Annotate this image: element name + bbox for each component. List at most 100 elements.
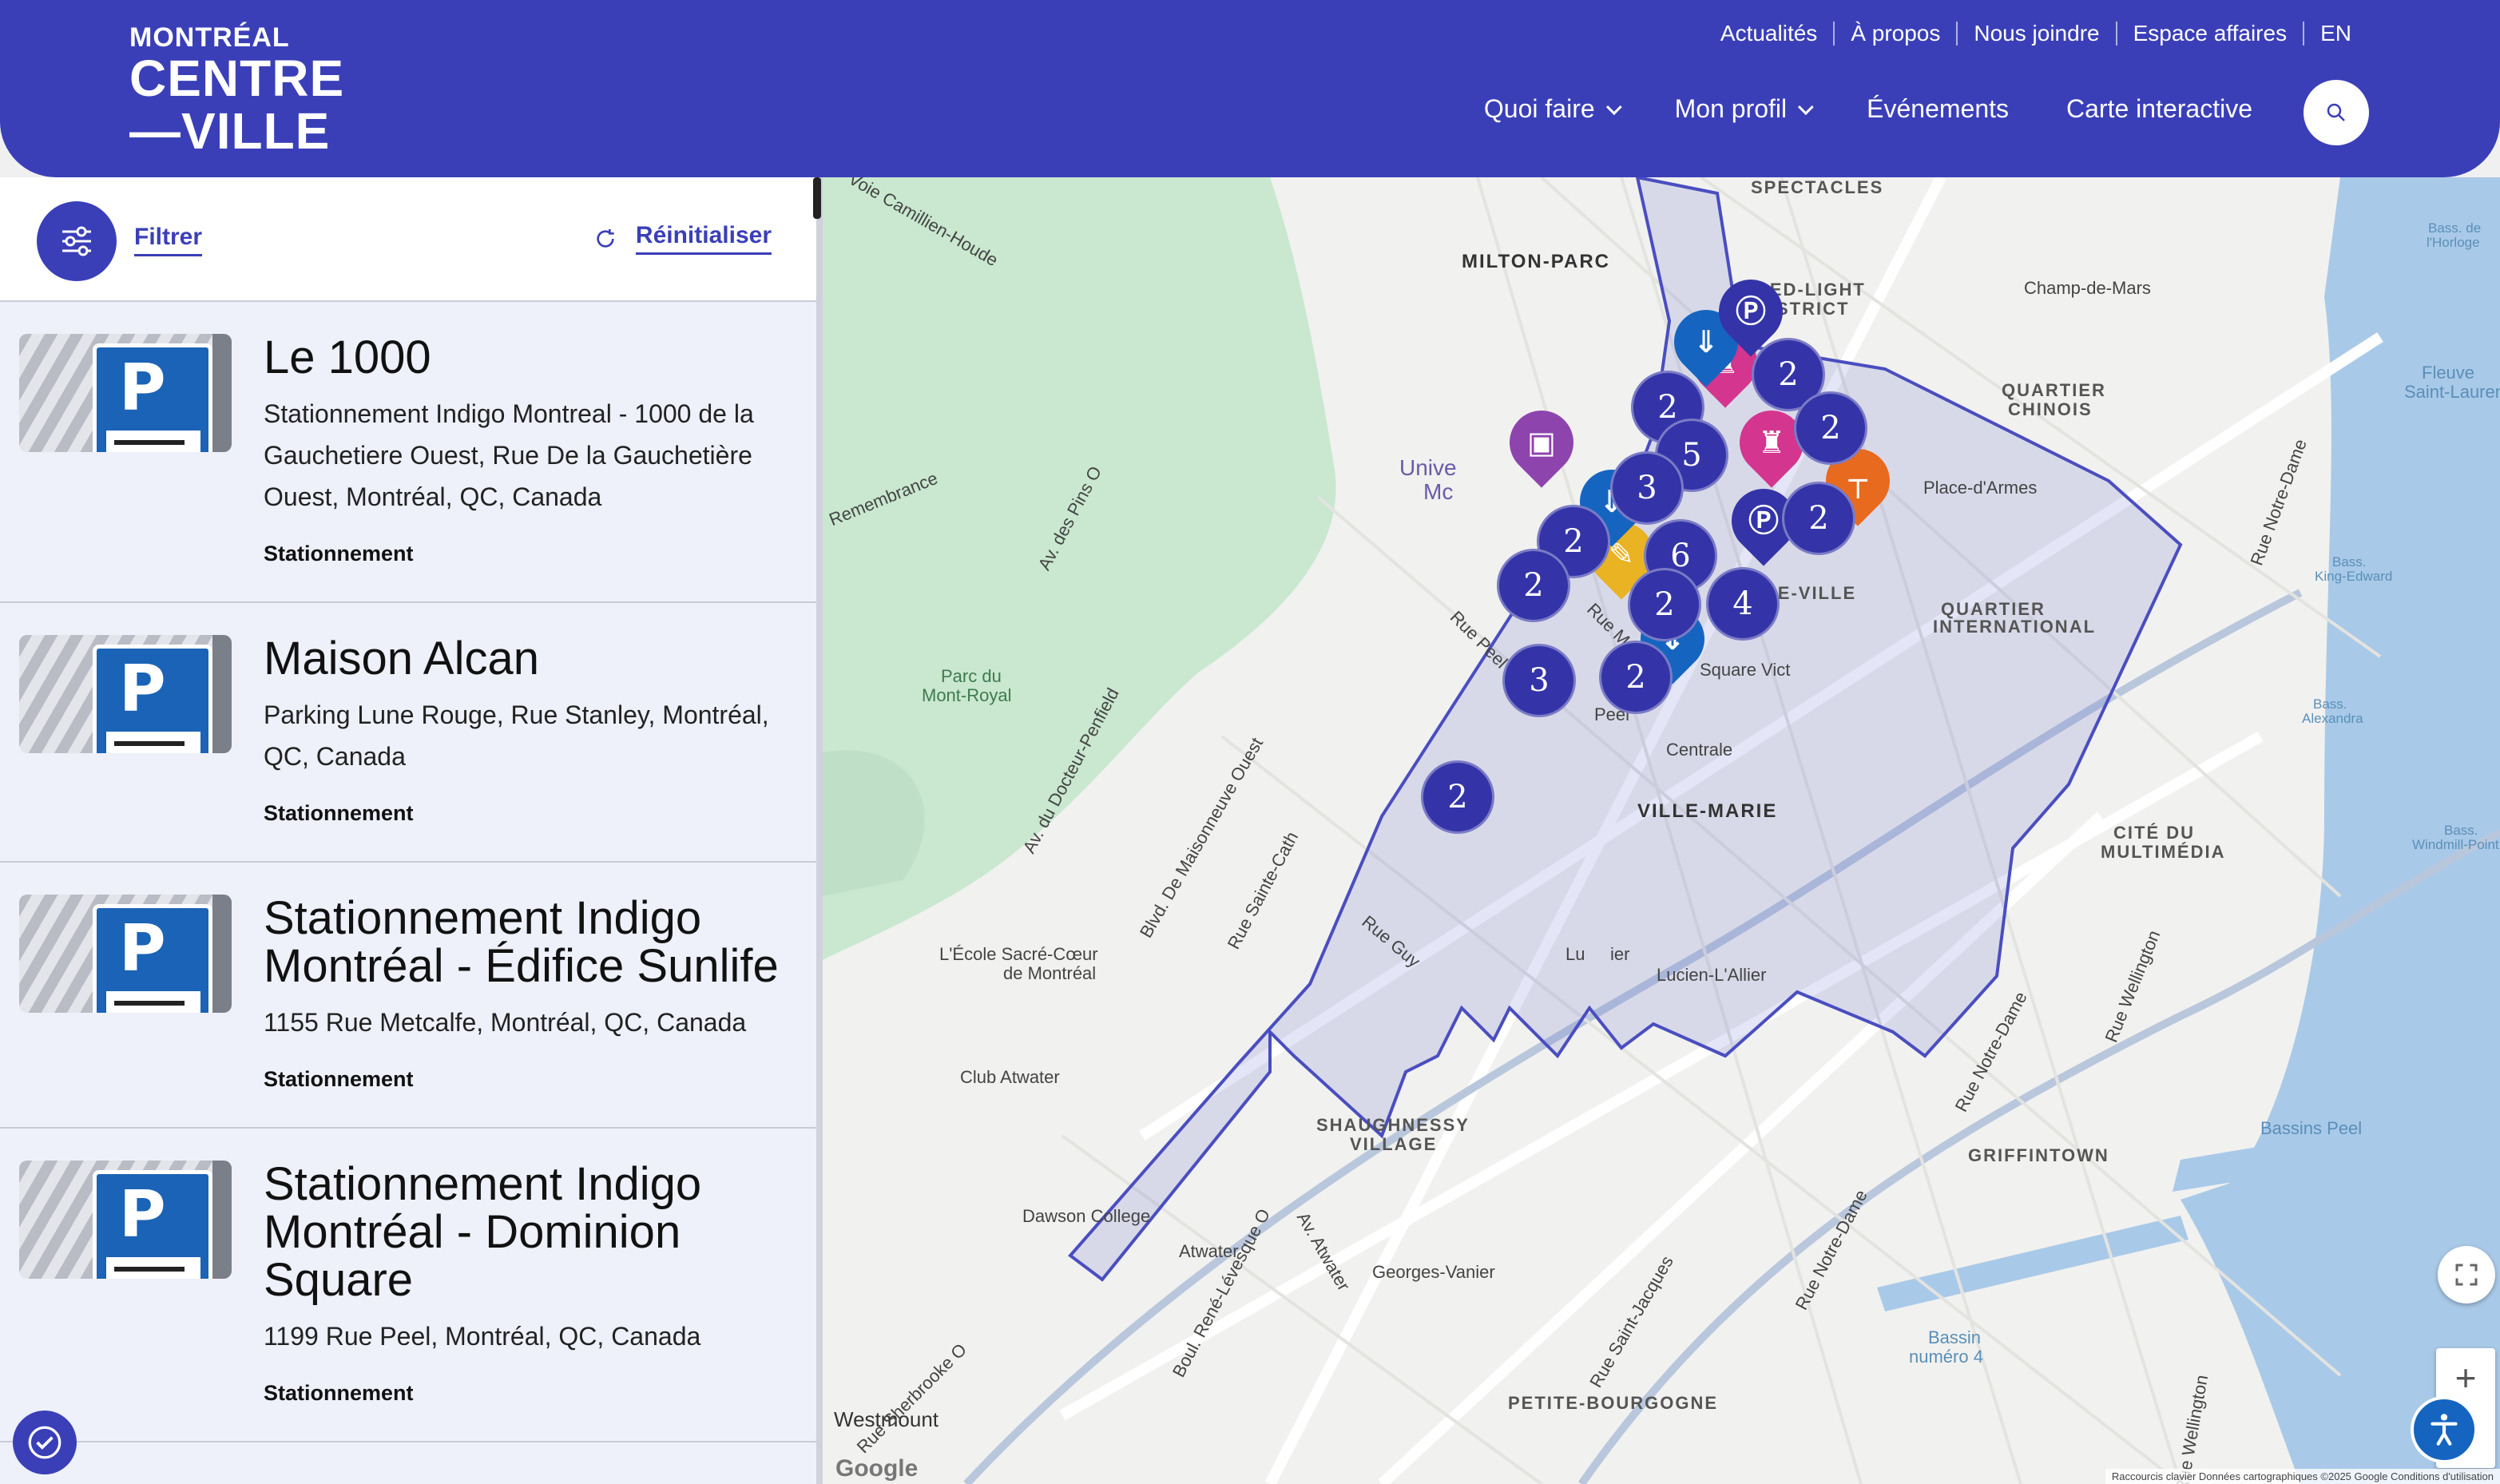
- list-item-category: Stationnement: [264, 1067, 414, 1091]
- search-icon: [2327, 103, 2345, 121]
- nav-quoi-faire-label: Quoi faire: [1483, 94, 1595, 123]
- refresh-icon: [597, 228, 614, 248]
- link-espace-affaires[interactable]: Espace affaires: [2133, 21, 2288, 46]
- list-item-title: Maison Alcan: [264, 633, 539, 684]
- parking-icon: Ⓟ: [1748, 503, 1780, 539]
- map-label-bass-de: Bass. de: [2428, 220, 2482, 236]
- link-actualites[interactable]: Actualités: [1720, 21, 1817, 46]
- chevron-down-icon: [1605, 98, 1622, 115]
- map-label-lu: Lu: [1565, 944, 1585, 964]
- language-toggle[interactable]: EN: [2320, 21, 2351, 46]
- map-label-lucien-lallier: Lucien-L'Allier: [1657, 965, 1767, 985]
- map-label-bassin: Bassin: [1928, 1327, 1982, 1347]
- map-label-alexandra: Alexandra: [2302, 711, 2363, 726]
- map-label-windmill-point: Windmill-Point: [2412, 837, 2499, 852]
- list-item-category: Stationnement: [264, 801, 414, 825]
- logo-line-1: MONTRÉAL: [129, 22, 290, 53]
- logo-line-3: —VILLE: [129, 102, 331, 160]
- filter-button[interactable]: [37, 201, 117, 281]
- accessibility-settings-button[interactable]: [13, 1411, 77, 1474]
- map-label-champ-de-mars: Champ-de-Mars: [2024, 278, 2151, 298]
- map-label-parc-mont-royal: Parc du: [941, 666, 1002, 686]
- map-cluster[interactable]: 2: [1497, 549, 1570, 622]
- arrow-down-circle-icon: ⇓: [1693, 324, 1719, 359]
- map-label-mont-royal: Mont-Royal: [922, 685, 1012, 705]
- list-item-address: Parking Lune Rouge, Rue Stanley, Montréa…: [264, 700, 769, 771]
- sidebar-scrollbar[interactable]: [813, 177, 821, 219]
- site-logo[interactable]: MONTRÉAL CENTRE —VILLE: [129, 24, 344, 157]
- map-label-petite-bourgogne: PETITE-BOURGOGNE: [1508, 1393, 1719, 1413]
- map-label-chinois: CHINOIS: [2008, 399, 2093, 419]
- accessibility-person-icon: [2431, 1414, 2458, 1446]
- map-label-numero-4: numéro 4: [1909, 1347, 1983, 1367]
- list-item-address: 1155 Rue Metcalfe, Montréal, QC, Canada: [264, 1008, 747, 1037]
- nav-mon-profil[interactable]: Mon profil: [1674, 94, 1814, 124]
- map-label-univ: Unive: [1399, 455, 1457, 480]
- map-cluster[interactable]: 2: [1794, 391, 1867, 465]
- reset-label: Réinitialiser: [635, 222, 772, 255]
- reset-button[interactable]: Réinitialiser: [593, 222, 772, 255]
- main-nav: Quoi faire Mon profil Événements Carte i…: [1484, 94, 2252, 124]
- castle-icon: ♜: [1757, 425, 1786, 461]
- map-label-saint-laurent: Saint-Laurent: [2404, 382, 2500, 402]
- list-item-address: Stationnement Indigo Montreal - 1000 de …: [264, 399, 754, 511]
- nav-mon-profil-label: Mon profil: [1674, 94, 1788, 123]
- accessibility-check-icon: [28, 1426, 62, 1459]
- map-cluster[interactable]: 3: [1610, 451, 1684, 525]
- list-item[interactable]: P Maison Alcan Parking Lune Rouge, Rue S…: [0, 603, 816, 863]
- map-cluster[interactable]: 2: [1599, 641, 1673, 714]
- separator: [2115, 22, 2117, 46]
- list-item[interactable]: P Stationnement Indigo Montréal - Domini…: [0, 1129, 816, 1442]
- map-label-fleuve: Fleuve: [2422, 363, 2475, 383]
- map-label-centrale: Centrale: [1666, 740, 1733, 760]
- map-label-village: VILLAGE: [1350, 1134, 1438, 1154]
- filter-link[interactable]: Filtrer: [134, 224, 203, 256]
- map-attribution[interactable]: Raccourcis clavier Données cartographiqu…: [2105, 1469, 2500, 1484]
- map-label-spectacles: SPECTACLES: [1751, 177, 1884, 197]
- link-nous-joindre[interactable]: Nous joindre: [1974, 21, 2099, 46]
- utility-nav: Actualités À propos Nous joindre Espace …: [1720, 21, 2351, 46]
- google-logo: Google: [835, 1455, 919, 1482]
- map-label-international: INTERNATIONAL: [1933, 617, 2097, 637]
- logo-line-2: CENTRE: [129, 50, 345, 107]
- parking-sign-image: P: [19, 635, 232, 753]
- map-label-square-victoria: Square Vict: [1700, 660, 1791, 680]
- accessibility-widget-button[interactable]: [2411, 1396, 2478, 1463]
- separator: [1833, 22, 1835, 46]
- interactive-map[interactable]: MILTON-PARC SPECTACLES RED-LIGHT DISTRIC…: [823, 177, 2500, 1484]
- nav-evenements[interactable]: Événements: [1867, 94, 2009, 124]
- map-label-club-atwater: Club Atwater: [960, 1067, 1060, 1087]
- map-cluster[interactable]: 2: [1628, 568, 1701, 641]
- map-label-ville-marie: VILLE-MARIE: [1637, 800, 1778, 822]
- site-header: MONTRÉAL CENTRE —VILLE Actualités À prop…: [0, 0, 2500, 177]
- map-label-bassins-peel: Bassins Peel: [2260, 1118, 2363, 1138]
- link-a-propos[interactable]: À propos: [1851, 21, 1940, 46]
- map-cluster[interactable]: 2: [1421, 760, 1494, 834]
- map-label-place-d-armes: Place-d'Armes: [1923, 478, 2038, 498]
- list-item[interactable]: P Stationnement Indigo Montréal - Édific…: [0, 863, 816, 1129]
- map-label-shaughnessy: SHAUGHNESSY: [1316, 1115, 1470, 1135]
- building-icon: ▣: [1527, 425, 1556, 460]
- map-label-king-edward: King-Edward: [2315, 569, 2393, 584]
- results-sidebar: Filtrer Réinitialiser P Le 1000 Stationn…: [0, 177, 816, 1484]
- map-label-bass-windmill: Bass.: [2444, 823, 2478, 838]
- search-button[interactable]: [2304, 80, 2369, 145]
- nav-carte-interactive[interactable]: Carte interactive: [2066, 94, 2252, 124]
- list-item[interactable]: P Le 1000 Stationnement Indigo Montreal …: [0, 302, 816, 603]
- map-label-horloge: l'Horloge: [2427, 235, 2480, 250]
- fullscreen-button[interactable]: [2438, 1246, 2495, 1303]
- map-cluster[interactable]: 4: [1706, 567, 1780, 641]
- filter-bar: Filtrer Réinitialiser: [0, 177, 816, 302]
- nav-quoi-faire[interactable]: Quoi faire: [1483, 94, 1622, 124]
- nav-carte-interactive-label: Carte interactive: [2066, 94, 2252, 123]
- map-label-griffintown: GRIFFINTOWN: [1968, 1145, 2109, 1165]
- list-item-address: 1199 Rue Peel, Montréal, QC, Canada: [264, 1322, 701, 1351]
- map-label-ecole-sacre-coeur: L'École Sacré-Cœur: [939, 944, 1098, 964]
- map-cluster[interactable]: 3: [1502, 644, 1576, 717]
- list-item-title: Stationnement Indigo Montréal - Édifice …: [264, 892, 779, 992]
- map-label-quartier-chinois: QUARTIER: [2002, 380, 2106, 400]
- parking-sign-image: P: [19, 1161, 232, 1279]
- nav-evenements-label: Événements: [1867, 94, 2010, 123]
- map-cluster[interactable]: 2: [1782, 482, 1855, 555]
- list-item-category: Stationnement: [264, 542, 414, 565]
